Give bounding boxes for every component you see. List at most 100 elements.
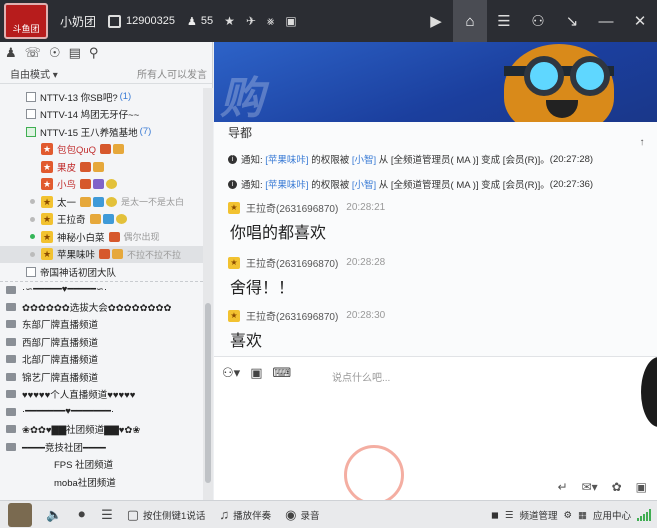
mode-select[interactable]: 自由模式 ▾ — [10, 66, 58, 81]
tree-scrollbar[interactable] — [203, 88, 213, 500]
sender-avatar-icon[interactable]: ★ — [228, 309, 240, 322]
chat-log: 导都 ↑ i 通知: [苹果味咔] 的权限被 [小智] 从 [全频道管理员( M… — [214, 122, 657, 356]
channel-group-row[interactable]: 西部厂牌直播频道 — [0, 333, 203, 351]
music-icon[interactable]: ♫ — [219, 507, 229, 522]
channel-manage-button[interactable]: 频道管理 — [519, 508, 557, 522]
channel-group-row[interactable]: ·∽━━━━━♥━━━━━∽· — [0, 280, 203, 299]
input-toolbar: ⚇▾ ▣ ⌨ — [222, 365, 291, 381]
note-icon[interactable]: ▤ — [69, 45, 81, 61]
minimize-icon[interactable]: — — [589, 0, 623, 42]
share-icon[interactable]: ⨳ — [267, 14, 274, 29]
image-icon[interactable]: ▣ — [250, 365, 262, 381]
badge-icon — [93, 196, 105, 207]
channel-group-row[interactable]: ✿✿✿✿✿✿选拔大会✿✿✿✿✿✿✿✿ — [0, 298, 203, 316]
list-icon[interactable]: ☰ — [487, 0, 521, 42]
channel-group-row[interactable]: ━━━━竞技社团━━━━ — [0, 438, 203, 456]
channel-group-row[interactable]: ❀✿✿♥▇▇社团频道▇▇♥✿❀ — [0, 421, 203, 439]
message-input[interactable]: 说点什么吧... — [332, 369, 390, 384]
channel-group-row[interactable]: ·━━━━━━━♥━━━━━━━· — [0, 403, 203, 421]
app-logo[interactable]: 斗鱼团 — [4, 3, 48, 39]
scroll-thumb[interactable] — [205, 303, 211, 483]
flower-icon[interactable]: ✿ — [612, 480, 622, 494]
channel-row[interactable]: NTTV-14 鸠团无牙仔~~ — [0, 106, 203, 124]
video-icon[interactable]: ▶ — [419, 0, 453, 42]
headset-icon[interactable]: ☏ — [25, 45, 41, 61]
speaker-icon[interactable]: 🔈 — [46, 507, 62, 523]
channel-group-row[interactable]: FPS 社团频道 — [0, 456, 203, 474]
push-to-talk-button[interactable]: 按住侧键1说话 — [143, 508, 205, 522]
apps-icon[interactable]: ▦ — [578, 510, 587, 521]
channel-row[interactable]: 帝国神话初团大队 — [0, 263, 203, 281]
user-row[interactable]: ★ 苹果味咔 不拉不拉不拉 — [0, 245, 203, 263]
user-row[interactable]: ★ 果皮 — [0, 158, 203, 176]
username[interactable]: 小奶团 — [60, 13, 96, 30]
mic-icon[interactable]: ⚫ — [76, 507, 87, 523]
gamepad-emoji-icon[interactable]: ⚇▾ — [222, 365, 240, 381]
download-icon[interactable]: ↘ — [555, 0, 589, 42]
comment-icon[interactable]: ✉▾ — [582, 480, 598, 494]
status-dot-icon — [30, 199, 35, 205]
close-icon[interactable]: ✕ — [623, 0, 657, 42]
location-icon[interactable]: ☉ — [49, 45, 61, 61]
home-icon[interactable]: ⌂ — [453, 0, 487, 42]
channel-group-row[interactable]: 东部厂牌直播频道 — [0, 316, 203, 334]
app-center-button[interactable]: 应用中心 — [593, 508, 631, 522]
channel-group-row[interactable]: ♥♥♥♥♥个人直播频道♥♥♥♥♥ — [0, 386, 203, 404]
channel-name: 帝国神话初团大队 — [40, 267, 117, 279]
user-row[interactable]: ★ 包包QuQ — [0, 141, 203, 159]
channel-group-row[interactable]: 锦艺厂牌直播频道 — [0, 368, 203, 386]
notice-line: i 通知: [苹果味咔] 的权限被 [小智] 从 [全频道管理员( MA )] … — [228, 152, 593, 166]
channel-group-row[interactable]: moba社团频道 — [0, 473, 203, 491]
equalizer-icon[interactable]: ☰ — [101, 507, 113, 523]
sender-name[interactable]: 王拉奇(2631696870) — [246, 255, 338, 270]
plane-icon[interactable]: ✈ — [246, 14, 256, 28]
scroll-up-icon[interactable]: ↑ — [635, 136, 649, 150]
user-row[interactable]: ★ 小鸟 — [0, 176, 203, 194]
lock-icon[interactable]: ◼ — [491, 510, 499, 521]
bottom-bar: 🔈 ⚫ ☰ ▢ 按住侧键1说话 ♫ 播放伴奏 ◉ 录音 ◼ ☰ 频道管理 ⚙ ▦… — [0, 500, 657, 528]
gamepad-icon[interactable]: ⚇ — [521, 0, 555, 42]
search-icon[interactable]: ⚲ — [89, 45, 99, 61]
settings-icon[interactable]: ⚙ — [563, 510, 572, 521]
manage-icon[interactable]: ☰ — [505, 510, 514, 521]
user-row[interactable]: ★ 王拉奇 — [0, 211, 203, 229]
group-name: 西部厂牌直播频道 — [22, 337, 99, 349]
user-role-icon: ★ — [41, 178, 53, 191]
channel-group-row[interactable]: 北部厂牌直播频道 — [0, 351, 203, 369]
message-input-area[interactable]: ⚇▾ ▣ ⌨ 说点什么吧... ↵ ✉▾ ✿ ▣ — [214, 356, 657, 505]
user-icon[interactable]: ♟ — [5, 45, 17, 61]
screen-icon[interactable]: ▣ — [285, 14, 296, 28]
group-name: ❀✿✿♥▇▇社团频道▇▇♥✿❀ — [22, 425, 141, 437]
watermark-logo — [344, 445, 404, 505]
sender-name[interactable]: 王拉奇(2631696870) — [246, 308, 338, 323]
accompany-button[interactable]: 播放伴奏 — [233, 508, 271, 522]
record-button[interactable]: 录音 — [300, 508, 319, 522]
shortcut-icon[interactable]: ↵ — [557, 480, 567, 494]
group-name: ·━━━━━━━♥━━━━━━━· — [22, 406, 115, 418]
sender-avatar-icon[interactable]: ★ — [228, 201, 240, 214]
info-icon: i — [228, 179, 237, 189]
message-header: ★ 王拉奇(2631696870) 20:28:21 — [228, 200, 385, 215]
record-icon[interactable]: ◉ — [285, 507, 296, 523]
sender-name[interactable]: 王拉奇(2631696870) — [246, 200, 338, 215]
star-icon[interactable]: ★ — [224, 14, 235, 28]
gift-icon[interactable]: ▣ — [636, 480, 647, 494]
sender-avatar-icon[interactable]: ★ — [228, 256, 240, 269]
group-name: ♥♥♥♥♥个人直播频道♥♥♥♥♥ — [22, 390, 136, 402]
user-row[interactable]: ★ 太一 是太一不是太白 — [0, 193, 203, 211]
group-name: ✿✿✿✿✿✿选拔大会✿✿✿✿✿✿✿✿ — [22, 302, 172, 314]
font-icon[interactable]: ⌨ — [272, 365, 291, 381]
folder-icon — [6, 302, 16, 311]
channel-banner: 购 — [214, 42, 657, 122]
user-name: 包包QuQ — [57, 145, 97, 157]
user-role-icon: ★ — [41, 143, 53, 156]
user-role-icon: ★ — [41, 230, 53, 243]
user-row[interactable]: ★ 神秘小白菜 偶尔出现 — [0, 228, 203, 246]
badge-icon — [115, 214, 127, 225]
channel-row[interactable]: NTTV-15 王八养殖基地 (7) — [0, 123, 203, 141]
ptt-icon[interactable]: ▢ — [127, 507, 139, 523]
user-name: 神秘小白菜 — [57, 232, 105, 244]
avatar[interactable] — [8, 502, 32, 527]
channel-row[interactable]: NTTV-13 你SB吧? (1) — [0, 88, 203, 106]
top-right-controls: ▶ ⌂ ☰ ⚇ ↘ — ✕ — [419, 0, 657, 42]
